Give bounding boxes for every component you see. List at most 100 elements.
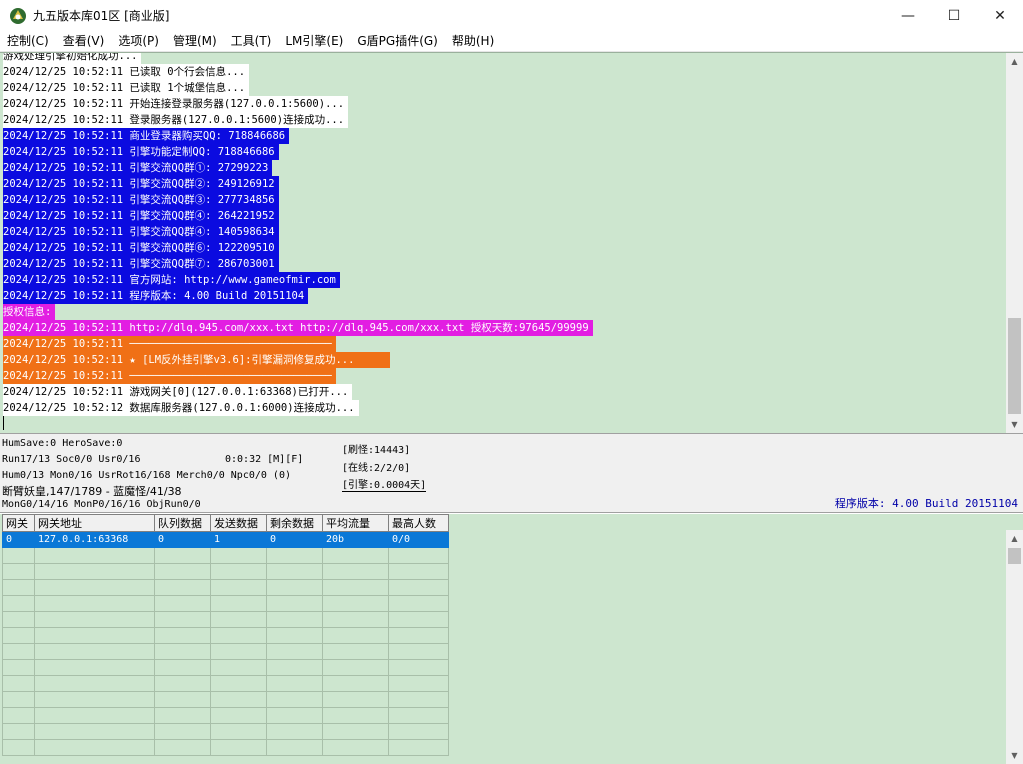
log-line-text: 2024/12/25 10:52:11 官方网站: http://www.gam…	[3, 272, 340, 288]
table-cell	[2, 691, 35, 708]
log-line-text: 2024/12/25 10:52:11 引擎功能定制QQ: 718846686	[3, 144, 279, 160]
grid-scrollbar[interactable]: ▲ ▼	[1006, 530, 1023, 764]
log-line-text: 2024/12/25 10:52:11 http://dlq.945.com/x…	[3, 320, 593, 336]
status-time: 0:0:32 [M][F]	[225, 454, 304, 465]
column-header[interactable]: 最高人数	[388, 514, 449, 532]
table-cell	[34, 611, 155, 628]
table-row[interactable]	[2, 595, 449, 612]
log-line: 2024/12/25 10:52:11 已读取 1个城堡信息...	[3, 80, 1003, 96]
log-line-text: 游戏处理引擎初始化成功...	[3, 53, 142, 64]
table-row[interactable]	[2, 675, 449, 692]
log-line: 2024/12/25 10:52:11 ────────────────────…	[3, 336, 1003, 352]
table-cell: 0	[266, 531, 323, 548]
grid-scroll-up-icon[interactable]: ▲	[1006, 530, 1023, 547]
table-row[interactable]	[2, 579, 449, 596]
table-cell: 1	[210, 531, 267, 548]
menu-help[interactable]: 帮助(H)	[445, 31, 501, 52]
table-row[interactable]	[2, 723, 449, 740]
menu-lm-engine[interactable]: LM引擎(E)	[278, 31, 350, 52]
menu-gdun-plugin[interactable]: G盾PG插件(G)	[350, 31, 445, 52]
table-cell	[388, 739, 449, 756]
table-cell	[322, 675, 389, 692]
table-row[interactable]	[2, 643, 449, 660]
table-cell	[388, 579, 449, 596]
column-header[interactable]: 发送数据	[210, 514, 267, 532]
log-line: 授权信息:	[3, 304, 1003, 320]
status-refresh: [刷怪:14443]	[342, 445, 411, 456]
table-row[interactable]: 0 127.0.0.1:63368 0 1 0 20b 0/0	[2, 531, 449, 548]
log-line: 2024/12/25 10:52:11 引擎交流QQ群⑦: 286703001	[3, 256, 1003, 272]
table-cell	[210, 659, 267, 676]
table-header-row: 网关 网关地址 队列数据 发送数据 剩余数据 平均流量 最高人数	[2, 514, 449, 532]
log-line: 2024/12/25 10:52:11 引擎交流QQ群④: 140598634	[3, 224, 1003, 240]
table-cell	[266, 707, 323, 724]
status-panel: HumSave:0 HeroSave:0 Run17/13 Soc0/0 Usr…	[0, 433, 1023, 513]
column-header[interactable]: 网关	[2, 514, 35, 532]
table-cell	[210, 611, 267, 628]
log-line: 2024/12/25 10:52:11 ★ [LM反外挂引擎v3.6]:引擎漏洞…	[3, 352, 1003, 368]
table-cell	[322, 627, 389, 644]
column-header[interactable]: 网关地址	[34, 514, 155, 532]
table-row[interactable]	[2, 707, 449, 724]
log-line: 2024/12/25 10:52:11 ────────────────────…	[3, 368, 1003, 384]
menu-control[interactable]: 控制(C)	[0, 31, 56, 52]
table-cell	[154, 659, 211, 676]
scroll-up-icon[interactable]: ▲	[1006, 53, 1023, 70]
log-line-text: 2024/12/25 10:52:11 引擎交流QQ群⑥: 122209510	[3, 240, 279, 256]
close-button[interactable]: ✕	[977, 0, 1023, 31]
table-cell	[2, 579, 35, 596]
menu-tools[interactable]: 工具(T)	[224, 31, 279, 52]
table-cell	[388, 675, 449, 692]
table-cell	[266, 675, 323, 692]
grid-scroll-down-icon[interactable]: ▼	[1006, 747, 1023, 764]
menu-options[interactable]: 选项(P)	[111, 31, 166, 52]
table-cell	[210, 563, 267, 580]
table-cell	[154, 547, 211, 564]
scroll-down-icon[interactable]: ▼	[1006, 416, 1023, 433]
log-line-text: 2024/12/25 10:52:11 ★ [LM反外挂引擎v3.6]:引擎漏洞…	[3, 352, 391, 368]
table-row[interactable]	[2, 691, 449, 708]
log-line: 2024/12/25 10:52:11 引擎功能定制QQ: 718846686	[3, 144, 1003, 160]
table-cell	[154, 563, 211, 580]
log-line: 2024/12/25 10:52:11 引擎交流QQ群⑥: 122209510	[3, 240, 1003, 256]
log-scrollbar[interactable]: ▲ ▼	[1006, 53, 1023, 433]
menu-bar: 控制(C) 查看(V) 选项(P) 管理(M) 工具(T) LM引擎(E) G盾…	[0, 31, 1023, 52]
table-cell	[2, 611, 35, 628]
column-header[interactable]: 平均流量	[322, 514, 389, 532]
table-cell	[266, 659, 323, 676]
column-header[interactable]: 队列数据	[154, 514, 211, 532]
table-cell	[388, 595, 449, 612]
table-row[interactable]	[2, 627, 449, 644]
minimize-button[interactable]: —	[885, 0, 931, 31]
column-header[interactable]: 剩余数据	[266, 514, 323, 532]
table-row[interactable]	[2, 659, 449, 676]
table-cell	[388, 707, 449, 724]
gateway-grid-panel: 网关 网关地址 队列数据 发送数据 剩余数据 平均流量 最高人数 0 127.0.0.1:63…	[0, 514, 1023, 764]
log-line: 2024/12/25 10:52:11 引擎交流QQ群①: 27299223	[3, 160, 1003, 176]
table-cell	[266, 723, 323, 740]
table-cell	[34, 723, 155, 740]
menu-view[interactable]: 查看(V)	[56, 31, 112, 52]
log-line-text: 2024/12/25 10:52:11 程序版本: 4.00 Build 201…	[3, 288, 309, 304]
table-cell	[2, 723, 35, 740]
log-line-text: 2024/12/25 10:52:11 引擎交流QQ群⑦: 286703001	[3, 256, 279, 272]
log-line-text: 授权信息:	[3, 304, 56, 320]
table-row[interactable]	[2, 611, 449, 628]
scroll-thumb[interactable]	[1008, 318, 1021, 414]
log-line-text: 2024/12/25 10:52:11 引擎交流QQ群③: 277734856	[3, 192, 279, 208]
table-row[interactable]	[2, 547, 449, 564]
table-row[interactable]	[2, 563, 449, 580]
table-cell: 127.0.0.1:63368	[34, 531, 155, 548]
grid-scroll-thumb[interactable]	[1008, 548, 1021, 564]
menu-manage[interactable]: 管理(M)	[166, 31, 224, 52]
gateway-table[interactable]: 网关 网关地址 队列数据 发送数据 剩余数据 平均流量 最高人数 0 127.0.0.1:63…	[2, 514, 449, 756]
table-row[interactable]	[2, 739, 449, 756]
status-save: HumSave:0 HeroSave:0	[2, 438, 123, 449]
table-cell	[154, 691, 211, 708]
table-cell	[210, 547, 267, 564]
log-line-text: 2024/12/25 10:52:11 已读取 1个城堡信息...	[3, 80, 250, 96]
table-cell	[2, 627, 35, 644]
maximize-button[interactable]: ☐	[931, 0, 977, 31]
log-line-text: 2024/12/25 10:52:11 商业登录器购买QQ: 718846686	[3, 128, 290, 144]
log-panel[interactable]: 游戏处理引擎初始化成功... 2024/12/25 10:52:11 已读取 0个…	[0, 52, 1023, 433]
